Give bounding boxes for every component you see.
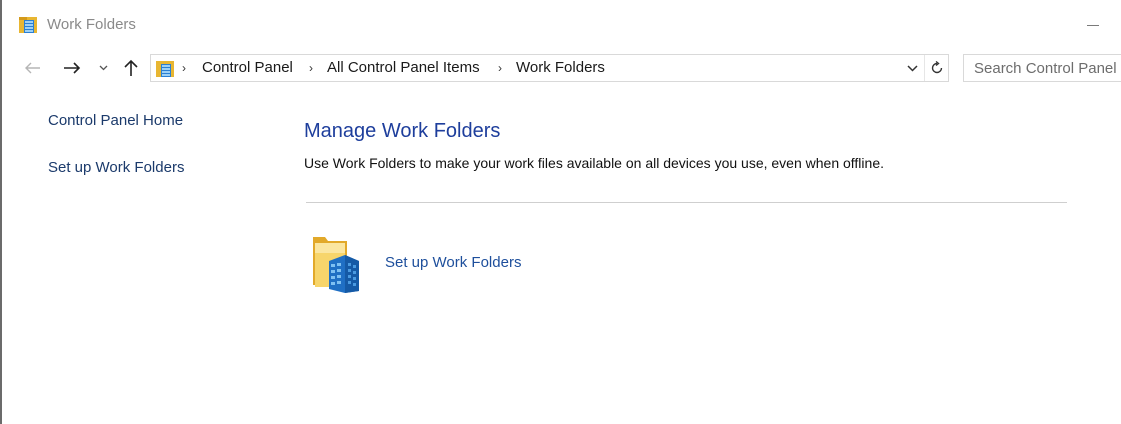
page-title: Manage Work Folders xyxy=(304,120,501,142)
up-arrow-icon xyxy=(124,59,138,76)
forward-arrow-icon xyxy=(64,62,81,74)
search-input[interactable] xyxy=(964,55,1121,81)
breadcrumb-separator[interactable]: › xyxy=(309,55,313,81)
back-arrow-icon xyxy=(25,62,40,74)
forward-button[interactable] xyxy=(60,56,84,80)
title-bar: Work Folders xyxy=(2,0,1121,48)
back-button[interactable] xyxy=(22,56,44,80)
chevron-down-icon xyxy=(99,65,107,71)
set-up-work-folders-link[interactable]: Set up Work Folders xyxy=(385,254,521,271)
breadcrumb-separator[interactable]: › xyxy=(498,55,502,81)
breadcrumb-work-folders[interactable]: Work Folders xyxy=(516,55,605,81)
recent-locations-button[interactable] xyxy=(95,56,111,80)
work-folders-large-icon[interactable] xyxy=(311,233,361,293)
divider xyxy=(306,202,1067,203)
breadcrumb-control-panel[interactable]: Control Panel xyxy=(202,55,293,81)
search-box[interactable] xyxy=(963,54,1121,82)
sidebar-item-control-panel-home[interactable]: Control Panel Home xyxy=(48,112,183,129)
chevron-down-icon xyxy=(906,64,918,72)
window-title: Work Folders xyxy=(47,16,136,33)
address-bar[interactable]: › Control Panel › All Control Panel Item… xyxy=(150,54,949,82)
work-folders-window: Work Folders › Control Panel › All Contr… xyxy=(0,0,1121,424)
refresh-button[interactable] xyxy=(924,55,948,81)
breadcrumb-separator[interactable]: › xyxy=(182,55,186,81)
breadcrumb-all-control-panel-items[interactable]: All Control Panel Items xyxy=(327,55,480,81)
page-description: Use Work Folders to make your work files… xyxy=(304,155,884,171)
address-dropdown-button[interactable] xyxy=(902,55,922,81)
minimize-button[interactable] xyxy=(1082,16,1106,34)
up-button[interactable] xyxy=(120,56,142,80)
control-panel-icon xyxy=(156,61,174,77)
refresh-icon xyxy=(931,61,942,74)
work-folders-icon xyxy=(19,17,37,33)
sidebar-item-set-up-work-folders[interactable]: Set up Work Folders xyxy=(48,159,184,176)
